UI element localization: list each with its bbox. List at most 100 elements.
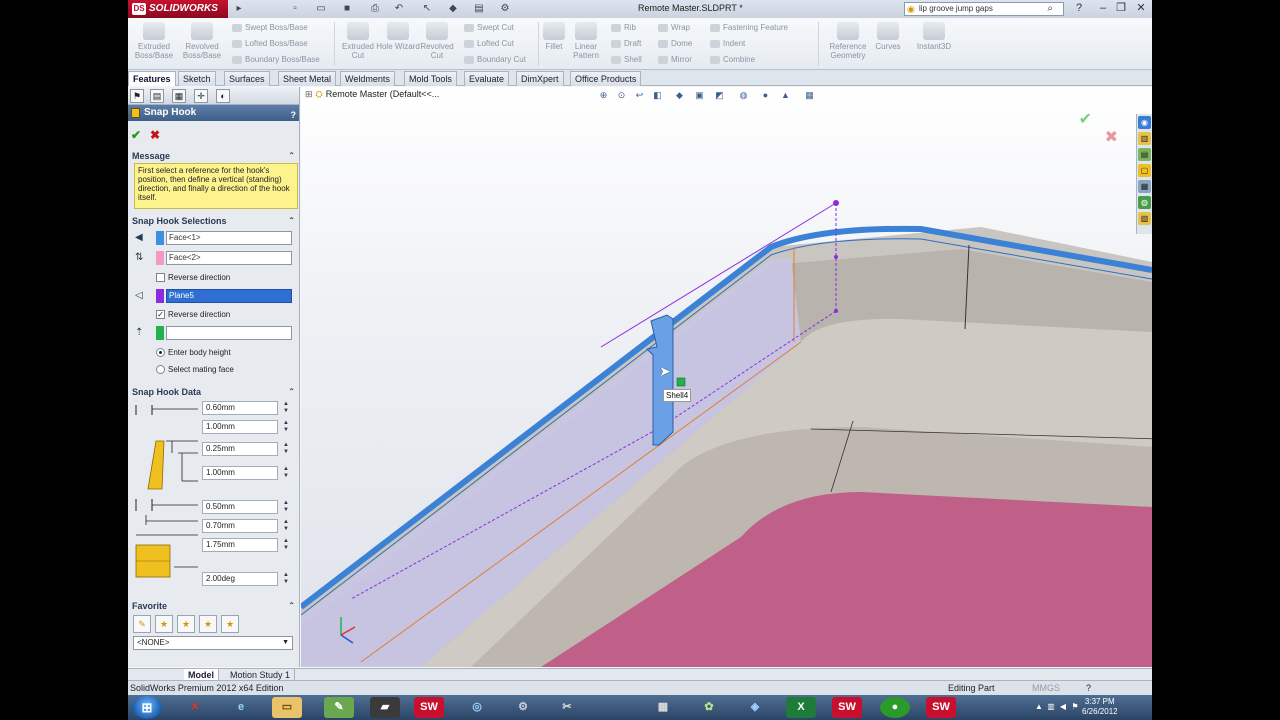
- ok-button[interactable]: ✔: [131, 128, 141, 142]
- tab-office-products[interactable]: Office Products: [570, 71, 642, 86]
- select-mating-face-radio[interactable]: Select mating face: [156, 364, 234, 375]
- mirror-button[interactable]: Mirror: [656, 53, 692, 67]
- dimension-field-1[interactable]: 0.60mm: [202, 401, 278, 415]
- xming-app-icon[interactable]: ✕: [180, 697, 210, 718]
- spinner-icon[interactable]: ▲ ▼: [282, 420, 290, 434]
- tab-dimxpert[interactable]: DimXpert: [516, 71, 564, 86]
- spinner-icon[interactable]: ▲ ▼: [282, 500, 290, 514]
- tab-sketch[interactable]: Sketch: [178, 71, 216, 86]
- tab-features[interactable]: Features: [128, 71, 176, 86]
- hide-show-items-icon[interactable]: ◩: [713, 89, 726, 102]
- tab-weldments[interactable]: Weldments: [340, 71, 395, 86]
- solidworks-2-app-icon[interactable]: SW: [832, 697, 862, 718]
- flag-icon[interactable]: ⚑: [1070, 702, 1080, 712]
- dimension-field-7[interactable]: 1.75mm: [202, 538, 278, 552]
- tab-mold-tools[interactable]: Mold Tools: [404, 71, 457, 86]
- green-app-icon[interactable]: ●: [880, 697, 910, 718]
- search-library-icon[interactable]: ▢: [1138, 164, 1151, 177]
- display-pane-icon[interactable]: ▦: [803, 89, 816, 102]
- close-icon[interactable]: ✕: [1134, 1, 1148, 15]
- feature-manager-icon[interactable]: ⚑: [130, 89, 144, 103]
- zoom-to-fit-icon[interactable]: ⊕: [597, 89, 610, 102]
- file-explorer-icon[interactable]: ▭: [272, 697, 302, 718]
- notepad-app-icon[interactable]: ✎: [324, 697, 354, 718]
- internet-explorer-icon[interactable]: e: [226, 697, 256, 718]
- design-library-icon[interactable]: ▥: [1138, 132, 1151, 145]
- solidworks-3-app-icon[interactable]: SW: [926, 697, 956, 718]
- delete-favorite-icon[interactable]: ★: [177, 615, 195, 633]
- wrap-button[interactable]: Wrap: [656, 21, 690, 35]
- minimize-icon[interactable]: –: [1096, 1, 1110, 15]
- network-app-icon[interactable]: ◎: [462, 697, 492, 718]
- tab-sheet-metal[interactable]: Sheet Metal: [278, 71, 337, 86]
- volume-icon[interactable]: ◀: [1058, 702, 1068, 712]
- reference-geometry-button[interactable]: Reference Geometry: [826, 20, 870, 68]
- select-icon[interactable]: ↖: [420, 2, 434, 16]
- tools-app-icon[interactable]: ✂: [552, 697, 582, 718]
- dimension-field-6[interactable]: 0.70mm: [202, 519, 278, 533]
- dimxpert-manager-icon[interactable]: ✛: [194, 89, 208, 103]
- message-section-header[interactable]: Message ⌃: [130, 150, 298, 162]
- linear-pattern-button[interactable]: Linear Pattern: [568, 20, 604, 68]
- no-favorite-icon[interactable]: ✎: [133, 615, 151, 633]
- add-favorite-icon[interactable]: ★: [155, 615, 173, 633]
- help-icon[interactable]: ?: [1072, 1, 1086, 15]
- status-help-icon[interactable]: ?: [1086, 681, 1091, 695]
- dimension-field-3[interactable]: 0.25mm: [202, 442, 278, 456]
- draft-button[interactable]: Draft: [609, 37, 641, 51]
- swept-cut-button[interactable]: Swept Cut: [462, 21, 514, 35]
- load-favorite-icon[interactable]: ★: [221, 615, 239, 633]
- search-icon[interactable]: ⌕: [1047, 3, 1053, 15]
- favorite-section-header[interactable]: Favorite ⌃: [130, 600, 298, 612]
- curves-button[interactable]: Curves: [870, 20, 906, 68]
- expand-icon[interactable]: ⊞: [305, 89, 313, 99]
- resources-icon[interactable]: ◉: [1138, 116, 1151, 129]
- graphics-area[interactable]: ⊞ ⛭ Remote Master (Default<<... ⊕ ⊙ ↩ ◧ ◆ …: [301, 87, 1152, 667]
- excel-app-icon[interactable]: X: [786, 697, 816, 718]
- tab-surfaces[interactable]: Surfaces: [224, 71, 270, 86]
- save-icon[interactable]: ■: [340, 2, 354, 16]
- confirm-corner-ok-icon[interactable]: ✔: [1079, 109, 1092, 129]
- plane-selection-field[interactable]: Plane5: [166, 289, 292, 303]
- tab-evaluate[interactable]: Evaluate: [464, 71, 510, 86]
- options-icon[interactable]: ⚙: [498, 2, 512, 16]
- swept-boss-button[interactable]: Swept Boss/Base: [230, 21, 308, 35]
- tray-expand-icon[interactable]: ▲: [1034, 702, 1044, 712]
- clock[interactable]: 3:37 PM 6/26/2012: [1082, 697, 1118, 717]
- zoom-to-area-icon[interactable]: ⊙: [615, 89, 628, 102]
- enter-body-height-radio[interactable]: Enter body height: [156, 347, 231, 358]
- spinner-icon[interactable]: ▲ ▼: [282, 572, 290, 586]
- face2-selection-field[interactable]: Face<2>: [166, 251, 292, 265]
- window-restore-icon[interactable]: ❐: [1094, 87, 1106, 88]
- view-settings-icon[interactable]: ▲: [779, 89, 792, 102]
- spinner-icon[interactable]: ▲ ▼: [282, 442, 290, 456]
- indent-button[interactable]: Indent: [708, 37, 745, 51]
- view-orientation-icon[interactable]: ◆: [673, 89, 686, 102]
- section-view-icon[interactable]: ◧: [651, 89, 664, 102]
- window-close-icon[interactable]: ✕: [1112, 87, 1124, 88]
- custom-properties-icon[interactable]: ▧: [1138, 212, 1151, 225]
- rib-button[interactable]: Rib: [609, 21, 636, 35]
- hole-wizard-button[interactable]: Hole Wizard: [376, 20, 420, 68]
- feature-tree-root[interactable]: ⊞ ⛭ Remote Master (Default<<...: [305, 89, 439, 100]
- lofted-cut-button[interactable]: Lofted Cut: [462, 37, 514, 51]
- save-favorite-icon[interactable]: ★: [199, 615, 217, 633]
- help-button[interactable]: ?: [291, 107, 297, 123]
- previous-view-icon[interactable]: ↩: [633, 89, 646, 102]
- instant3d-button[interactable]: Instant3D: [912, 20, 956, 68]
- edit-appearance-icon[interactable]: ◍: [737, 89, 750, 102]
- reverse-direction-checkbox-1[interactable]: Reverse direction: [156, 272, 230, 283]
- file-explorer-icon[interactable]: ▤: [1138, 148, 1151, 161]
- face1-selection-field[interactable]: Face<1>: [166, 231, 292, 245]
- data-section-header[interactable]: Snap Hook Data ⌃: [130, 386, 298, 398]
- solidworks-logo[interactable]: DS SOLIDWORKS: [128, 0, 228, 18]
- fastening-feature-button[interactable]: Fastening Feature: [708, 21, 788, 35]
- favorite-select[interactable]: <NONE> ▼: [133, 636, 293, 650]
- display-style-icon[interactable]: ▣: [693, 89, 706, 102]
- print-icon[interactable]: ⎙: [368, 2, 382, 16]
- revolved-cut-button[interactable]: Revolved Cut: [415, 20, 459, 68]
- solidworks-app-icon[interactable]: SW: [414, 697, 444, 718]
- confirm-corner-cancel-icon[interactable]: ✖: [1105, 127, 1118, 147]
- restore-icon[interactable]: ❐: [1114, 1, 1128, 15]
- cancel-button[interactable]: ✖: [150, 128, 160, 142]
